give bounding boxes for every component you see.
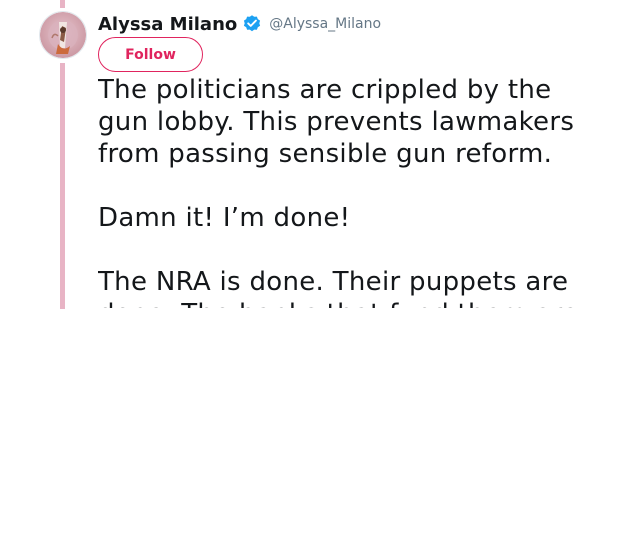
thread-line	[60, 63, 65, 309]
follow-button[interactable]: Follow	[98, 37, 203, 72]
tweet: Alyssa Milano @Alyssa_Milano Follow The …	[0, 0, 640, 533]
tweet-paragraph-2: Damn it! I’m done!	[98, 202, 628, 234]
tweet-paragraph-1: The politicians are crippled by the gun …	[98, 74, 628, 170]
tweet-line: Damn it! I’m done!	[98, 203, 351, 233]
user-handle[interactable]: @Alyssa_Milano	[269, 16, 381, 32]
tweet-line: done. The banks that fund them are	[98, 298, 628, 308]
thread-line-top	[60, 0, 65, 8]
tweet-line: The politicians are crippled by the	[98, 75, 552, 105]
tweet-line: from passing sensible gun reform.	[98, 139, 553, 169]
verified-badge-icon	[242, 14, 262, 34]
tweet-paragraph-3: The NRA is done. Their puppets are done.…	[98, 266, 628, 308]
avatar[interactable]	[39, 11, 87, 59]
tweet-header: Alyssa Milano @Alyssa_Milano	[98, 11, 381, 37]
tweet-line: The NRA is done. Their puppets are	[98, 267, 569, 297]
display-name[interactable]: Alyssa Milano	[98, 14, 237, 35]
tweet-text: The politicians are crippled by the gun …	[98, 74, 628, 308]
avatar-image	[40, 12, 86, 58]
tweet-line: gun lobby. This prevents lawmakers	[98, 107, 575, 137]
